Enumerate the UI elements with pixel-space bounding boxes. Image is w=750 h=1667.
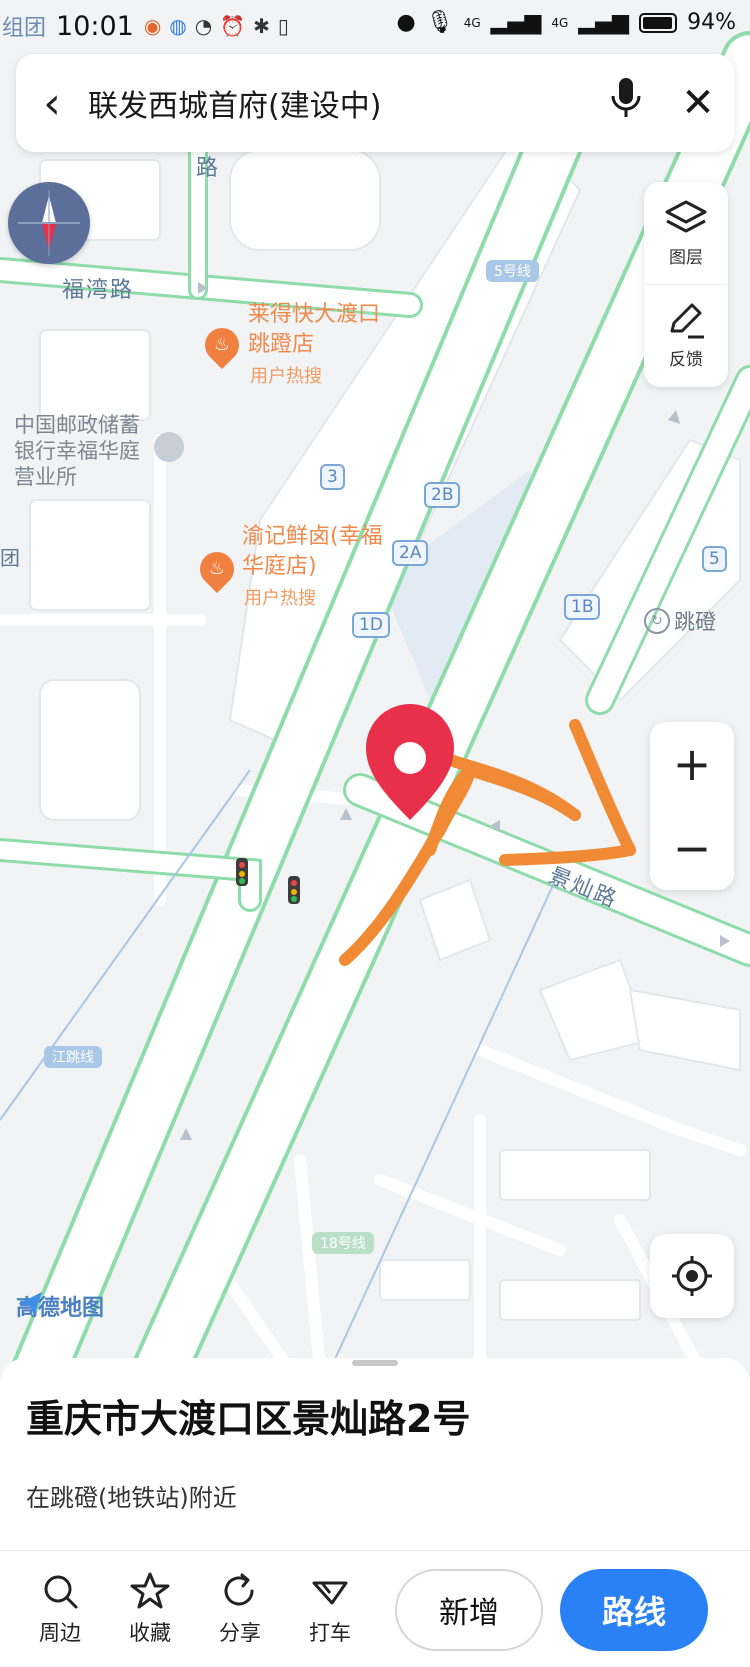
crosshair-location-icon (672, 1256, 712, 1296)
network-4g-a: 4G (463, 15, 481, 30)
share-icon (224, 1573, 254, 1606)
location-icon: ● (396, 10, 416, 35)
status-time: 10:01 (56, 10, 134, 42)
subway-exit-badge: 2A (392, 540, 429, 566)
subway-exit-badge: 5 (702, 546, 727, 572)
subway-exit-badge: 1B (564, 594, 601, 620)
compass-button[interactable] (8, 182, 90, 264)
network-4g-b: 4G (551, 15, 569, 30)
poi-name-yuji[interactable]: 渝记鲜卤(幸福华庭店) (242, 522, 392, 582)
mic-status-icon: 🎙 (425, 10, 454, 35)
layers-icon (665, 200, 707, 232)
voice-search-icon[interactable] (590, 76, 662, 130)
close-icon[interactable]: ✕ (662, 80, 734, 126)
minus-icon: − (672, 821, 712, 875)
poi-hot-tag: 用户热搜 (244, 588, 316, 609)
edge-label: 团 (0, 546, 22, 570)
search-icon (44, 1575, 78, 1609)
place-detail-sheet[interactable]: 重庆市大渡口区景灿路2号 在跳磴(地铁站)附近 (0, 1358, 750, 1550)
search-query[interactable]: 联发西城首府(建设中) (88, 81, 590, 125)
poi-name-bank[interactable]: 中国邮政储蓄银行幸福华庭营业所 (14, 412, 149, 490)
favorite-button[interactable]: 收藏 (106, 1571, 194, 1647)
sheet-drag-handle[interactable] (352, 1360, 398, 1366)
app-root: 福湾路 路 景灿路 团 ♨ 莱得快大渡口跳蹬店 用户热搜 ♨ 渝记鲜卤(幸福华庭… (0, 0, 750, 1667)
my-location-button[interactable] (650, 1234, 734, 1318)
map-tools-panel: 图层 反馈 (644, 182, 728, 387)
vibrate-icon: ▯ (277, 14, 289, 38)
browser-icon: ◍ (169, 14, 187, 38)
subway-line-badge: 18号线 (312, 1232, 374, 1254)
zoom-out-button[interactable]: − (650, 806, 734, 890)
subway-station-icon: ↻ (644, 608, 670, 634)
amap-logo-icon (18, 1292, 42, 1316)
compass-icon (18, 190, 80, 256)
plus-icon: + (672, 737, 712, 791)
search-bar: ‹ 联发西城首府(建设中) ✕ (16, 54, 734, 152)
subway-station[interactable]: ↻ 跳磴 (644, 606, 716, 636)
restaurant-pin-icon[interactable]: ♨ (192, 544, 242, 594)
microphone-icon (611, 78, 641, 117)
map-canvas[interactable]: 福湾路 路 景灿路 团 ♨ 莱得快大渡口跳蹬店 用户热搜 ♨ 渝记鲜卤(幸福华庭… (0, 0, 750, 1370)
subway-line-badge: 5号线 (486, 260, 539, 282)
bluetooth-icon: ✱ (253, 14, 270, 38)
alarm-icon: ⏰ (220, 14, 246, 38)
status-right: ● 🎙 4G ▂▄▆ 4G ▂▄▆ 94% (397, 10, 736, 35)
poi-hot-tag: 用户热搜 (250, 366, 322, 387)
nearby-label: 周边 (39, 1621, 81, 1645)
status-bar: 组团 10:01 ◉ ◍ ◔ ⏰ ✱ ▯ ● 🎙 4G ▂▄▆ 4G ▂▄▆ 9… (0, 0, 750, 52)
place-nearby: 在跳磴(地铁站)附近 (26, 1484, 237, 1512)
favorite-label: 收藏 (129, 1621, 171, 1645)
battery-icon (639, 12, 678, 33)
status-app-icons: ◉ ◍ ◔ ⏰ ✱ ▯ (144, 14, 289, 38)
subway-station-name: 跳磴 (674, 610, 716, 634)
place-address: 重庆市大渡口区景灿路2号 (26, 1397, 471, 1441)
taxi-button[interactable]: 打车 (286, 1571, 374, 1647)
battery-percent: 94% (687, 10, 736, 35)
signal-icon: ▂▄▆ (578, 10, 630, 35)
app-notification-icon: ◉ (143, 14, 162, 38)
subway-exit-badge: 2B (424, 482, 461, 508)
star-icon (130, 1572, 170, 1609)
subway-exit-badge: 3 (320, 464, 345, 490)
status-left-tag: 组团 (2, 16, 47, 41)
bank-icon[interactable] (154, 432, 184, 462)
taxi-label: 打车 (309, 1621, 351, 1645)
add-button[interactable]: 新增 (395, 1569, 543, 1651)
subway-line-badge: 江跳线 (44, 1046, 102, 1068)
speed-icon: ◔ (194, 14, 213, 38)
share-button[interactable]: 分享 (196, 1571, 284, 1647)
edit-pen-icon (670, 303, 704, 339)
feedback-button[interactable]: 反馈 (644, 284, 728, 386)
layers-button[interactable]: 图层 (644, 182, 728, 284)
route-button[interactable]: 路线 (560, 1569, 708, 1651)
map-logo: 高德地图 (16, 1290, 104, 1322)
nearby-button[interactable]: 周边 (16, 1571, 104, 1647)
poi-name-laide[interactable]: 莱得快大渡口跳蹬店 (248, 300, 388, 360)
zoom-in-button[interactable]: + (650, 722, 734, 806)
map-graphics (0, 31, 750, 1370)
taxi-icon (312, 1581, 348, 1605)
signal-icon: ▂▄▆ (490, 10, 542, 35)
restaurant-pin-icon[interactable]: ♨ (197, 320, 247, 370)
road-label-fuwan: 福湾路 (62, 278, 135, 303)
layers-label: 图层 (669, 247, 703, 268)
action-bar: 周边 收藏 分享 打车 新增 路线 (0, 1550, 750, 1667)
subway-exit-badge: 1D (352, 612, 390, 638)
feedback-label: 反馈 (669, 350, 703, 370)
back-arrow-icon[interactable]: ‹ (16, 78, 88, 129)
zoom-controls: + − (650, 722, 734, 890)
share-label: 分享 (219, 1621, 261, 1645)
road-label-partial: 路 (196, 156, 221, 181)
